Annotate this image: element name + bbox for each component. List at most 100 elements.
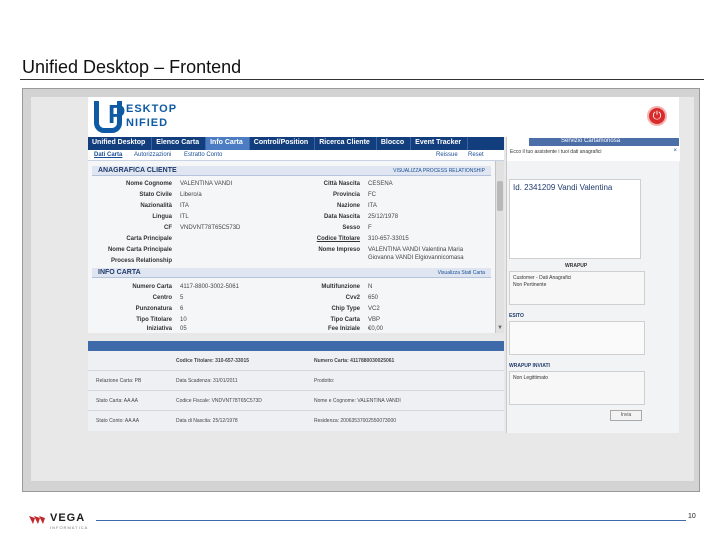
esito-box[interactable] bbox=[509, 321, 645, 355]
summary-cell: Relazione Carta: PB bbox=[96, 378, 142, 384]
subnav-dati-carta[interactable]: Dati Carta bbox=[94, 152, 122, 158]
wrapup-box[interactable]: Customer - Dati Anagrafici Non Pertinent… bbox=[509, 271, 645, 305]
field-label: Tipo Carta bbox=[330, 317, 360, 323]
summary-cell: Data Scadenza: 31/01/2011 bbox=[176, 378, 238, 384]
field-label: Nome Carta Principale bbox=[107, 247, 172, 253]
field-value: N bbox=[368, 284, 373, 290]
field-label: Punzonatura bbox=[135, 306, 172, 312]
logo-text-line1: ESKTOP bbox=[126, 103, 178, 115]
nav-elenco-carta[interactable]: Elenco Carta bbox=[152, 137, 207, 150]
field-value: 650 bbox=[368, 295, 379, 301]
field-label: Cvv2 bbox=[345, 295, 360, 301]
field-value: VBP bbox=[368, 317, 381, 323]
scroll-thumb[interactable] bbox=[497, 181, 503, 211]
customer-detail-panel: ANAGRAFICA CLIENTE VISUALIZZA PROCESS RE… bbox=[88, 161, 495, 333]
summary-cell: Codice Titolare: 310-657-33015 bbox=[176, 358, 250, 364]
app-header: P ESKTOP NIFIED ⏻ bbox=[88, 97, 679, 137]
field-value: 310-657-33015 bbox=[368, 236, 409, 242]
field-value: CESENA bbox=[368, 181, 393, 187]
stati-carta-link[interactable]: Visualizza Stati Carta bbox=[438, 270, 485, 276]
field-label: Data Nascita bbox=[323, 214, 360, 220]
field-value: VALENTINA VANDI Valentina Maria bbox=[368, 247, 464, 253]
field-label: Sesso bbox=[342, 225, 360, 231]
field-label: Centro bbox=[152, 295, 172, 301]
subnav-reset[interactable]: Reset bbox=[468, 152, 484, 158]
screenshot-frame: P ESKTOP NIFIED ⏻ Unified Desktop Elenco… bbox=[22, 88, 700, 492]
wrapup-inviati-box: Non Legittimato bbox=[509, 371, 645, 405]
field-label: Città Nascita bbox=[323, 181, 360, 187]
field-value: ITA bbox=[180, 203, 189, 209]
field-value: ITL bbox=[180, 214, 189, 220]
main-navigation: Unified Desktop Elenco Carta Info Carta … bbox=[88, 137, 504, 150]
summary-cell: Codice Fiscale: VNDVNT78T65C573D bbox=[176, 398, 262, 404]
field-value: 6 bbox=[180, 306, 184, 312]
field-value: VC2 bbox=[368, 306, 380, 312]
subnav-reissue[interactable]: Reissue bbox=[436, 152, 458, 158]
sub-navigation: Dati Carta Autorizzazioni Estratto Conto… bbox=[88, 150, 504, 161]
field-value: VNDVNT78T65C573D bbox=[180, 225, 241, 231]
field-label: Nazione bbox=[336, 203, 360, 209]
anagrafica-header: ANAGRAFICA CLIENTE VISUALIZZA PROCESS RE… bbox=[92, 166, 491, 176]
nav-ricerca-cliente[interactable]: Ricerca Cliente bbox=[315, 137, 377, 150]
field-label: Nome Cognome bbox=[125, 181, 172, 187]
field-value: 5 bbox=[180, 295, 184, 301]
detail-scrollbar[interactable]: ▼ bbox=[495, 161, 504, 333]
field-value: 10 bbox=[180, 317, 187, 323]
wrapup-line: Customer - Dati Anagrafici bbox=[513, 275, 572, 281]
logo-text-line2: NIFIED bbox=[126, 117, 169, 129]
wrapup-label: WRAPUP bbox=[565, 263, 588, 269]
power-icon[interactable]: ⏻ bbox=[647, 106, 667, 126]
summary-cell: Data di Nascita: 25/12/1978 bbox=[176, 418, 238, 424]
scroll-down-icon[interactable]: ▼ bbox=[497, 325, 503, 331]
wrapup-inviati-label: WRAPUP INVIATI bbox=[509, 363, 550, 369]
summary-header-bar bbox=[88, 341, 504, 351]
nav-event-tracker[interactable]: Event Tracker bbox=[411, 137, 469, 150]
slide-title: Unified Desktop – Frontend bbox=[22, 57, 242, 77]
anagrafica-title: ANAGRAFICA CLIENTE bbox=[98, 167, 177, 174]
summary-row: Codice Titolare: 310-657-33015 Numero Ca… bbox=[88, 351, 504, 371]
assistant-message: Ecco il tuo assistente i tuoi dati anagr… bbox=[510, 149, 602, 155]
field-value: 4117-8800-3002-5061 bbox=[180, 284, 239, 290]
summary-panel: Codice Titolare: 310-657-33015 Numero Ca… bbox=[88, 351, 504, 431]
nav-blocco[interactable]: Blocco bbox=[377, 137, 412, 150]
footer-logo-subtext: INFORMATICA bbox=[50, 525, 89, 530]
page-number: 10 bbox=[688, 513, 696, 520]
close-icon[interactable]: × bbox=[673, 148, 677, 154]
summary-row: Stato Carta: AA AA Codice Fiscale: VNDVN… bbox=[88, 391, 504, 411]
service-tab[interactable]: Servizio Cartamonosa bbox=[529, 138, 679, 146]
field-label: Codice Titolare bbox=[316, 236, 360, 242]
wrapup-inviati-value: Non Legittimato bbox=[513, 375, 549, 381]
summary-cell: Prodotto: bbox=[314, 378, 335, 384]
field-label: Stato Civile bbox=[139, 192, 172, 198]
field-label: Tipo Titolare bbox=[136, 317, 172, 323]
field-label: Fee Iniziale bbox=[327, 326, 360, 332]
field-value: €0,00 bbox=[368, 326, 384, 332]
assistant-panel: Servizio Cartamonosa Ecco il tuo assiste… bbox=[506, 137, 680, 433]
send-button[interactable]: Invia bbox=[610, 410, 642, 421]
assistant-header: Servizio Cartamonosa Ecco il tuo assiste… bbox=[507, 137, 680, 161]
footer-logo-text: VEGA bbox=[50, 512, 86, 524]
field-value: Giovanna VANDI Elgiovannicomasa bbox=[368, 255, 464, 261]
title-divider bbox=[20, 79, 704, 80]
field-value: 25/12/1978 bbox=[368, 214, 399, 220]
field-label: Numero Carta bbox=[132, 284, 172, 290]
footer-divider bbox=[96, 520, 686, 521]
process-relationship-link[interactable]: VISUALIZZA PROCESS RELATIONSHIP bbox=[393, 168, 485, 174]
field-label: Chip Type bbox=[331, 306, 360, 312]
nav-info-carta[interactable]: Info Carta bbox=[206, 137, 250, 150]
info-carta-title: INFO CARTA bbox=[98, 269, 141, 276]
field-value: VALENTINA VANDI bbox=[180, 181, 233, 187]
field-label: Lingua bbox=[152, 214, 172, 220]
field-label: Nazionalità bbox=[140, 203, 172, 209]
summary-cell: Stato Conto: AA AA bbox=[96, 418, 140, 424]
logo-letter: P bbox=[108, 99, 126, 129]
subnav-autorizzazioni[interactable]: Autorizzazioni bbox=[134, 152, 171, 158]
customer-id: Id. 2341209 Vandi Valentina bbox=[513, 183, 613, 192]
subnav-estratto-conto[interactable]: Estratto Conto bbox=[184, 152, 222, 158]
field-label: Nome Impreso bbox=[318, 247, 360, 253]
nav-control-position[interactable]: Control/Position bbox=[250, 137, 316, 150]
field-value: ITA bbox=[368, 203, 377, 209]
customer-id-box: Id. 2341209 Vandi Valentina bbox=[509, 179, 641, 259]
field-label: Provincia bbox=[332, 192, 360, 198]
nav-unified-desktop[interactable]: Unified Desktop bbox=[88, 137, 153, 150]
